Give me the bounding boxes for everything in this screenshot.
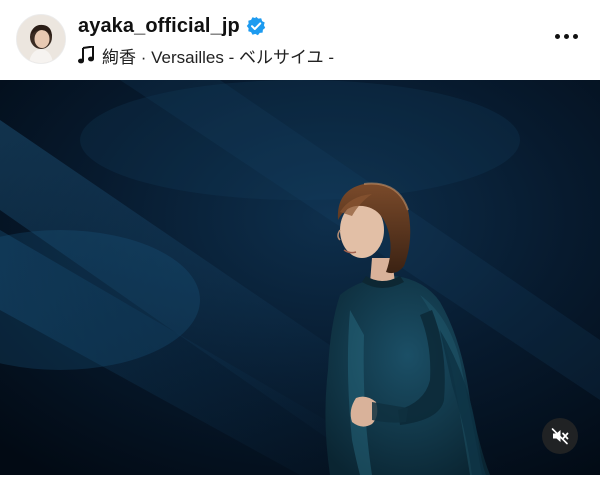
post-header: ayaka_official_jp 絢香 · Versailles - ベルサイ… [0, 0, 600, 80]
username-row: ayaka_official_jp [78, 12, 266, 40]
more-options-icon [554, 33, 560, 39]
more-options-dot [572, 33, 578, 39]
stage-photo [0, 80, 600, 475]
mute-toggle-button[interactable] [542, 418, 578, 454]
verified-badge-icon [246, 16, 266, 36]
music-note-icon [78, 45, 94, 64]
more-options-dot [563, 33, 569, 39]
username[interactable]: ayaka_official_jp [78, 15, 240, 38]
post-footer-edge [0, 475, 600, 485]
music-attribution[interactable]: 絢香 · Versailles - ベルサイユ - [78, 42, 334, 68]
instagram-post: ayaka_official_jp 絢香 · Versailles - ベルサイ… [0, 0, 600, 485]
more-options-button[interactable] [550, 22, 582, 50]
avatar-portrait [17, 15, 65, 63]
music-label: 絢香 · Versailles - ベルサイユ - [102, 47, 335, 67]
profile-avatar[interactable] [16, 14, 66, 64]
speaker-muted-icon [551, 428, 569, 445]
post-media[interactable] [0, 80, 600, 475]
